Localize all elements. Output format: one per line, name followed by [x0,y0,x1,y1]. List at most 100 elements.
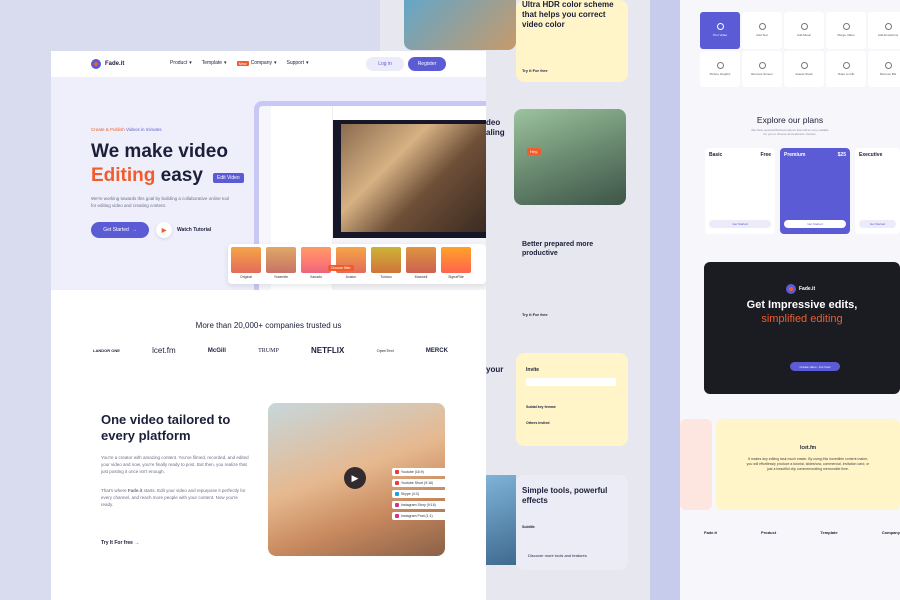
tools-subtitle: Subtitle [522,525,535,529]
hero-paragraph: We're working towards this goal by build… [91,196,230,208]
company-logo: McGill [207,347,226,354]
hdr-link[interactable]: Try it For free [522,68,548,73]
filter-toriano[interactable]: Toriano [371,247,401,281]
youtube-icon [395,481,399,485]
choose-filter-badge: Choose filter [328,265,354,271]
platform-skype[interactable]: Skype (4:3) [392,490,456,498]
edit-video-tag: Edit Video [213,173,244,183]
nav-product[interactable]: Product ▾ [170,60,192,66]
filter-original[interactable]: Original [231,247,261,281]
invite-person: Subtal key femme [526,405,556,409]
partial-title: deo aling [486,118,505,137]
nav-company[interactable]: New Company ▾ [236,60,277,66]
plan-premium-button[interactable]: Get Started [784,220,846,228]
footer: Fade.it Product Template Company [704,530,900,535]
nav-support[interactable]: Support ▾ [287,60,309,66]
logo-icon [786,284,796,294]
prepared-link[interactable]: Try it For free [522,312,548,317]
instagram-icon [395,514,399,518]
tool-add-emoticons[interactable]: Add Emoticons [868,12,900,49]
watch-tutorial-button[interactable]: ▶ Watch Tutorial [156,222,211,238]
filter-maxwell[interactable]: Maxwell [406,247,436,281]
tool-remove-bg[interactable]: Remove BG [868,50,900,87]
play-icon[interactable]: ▶ [344,467,366,489]
instagram-icon [395,503,399,507]
tool-merge-video[interactable]: Merge Video [826,12,866,49]
peach-card [680,419,712,510]
nav-template[interactable]: Template ▾ [202,60,227,66]
tool-assets-stock[interactable]: Assets Stock [784,50,824,87]
dark-logo: Fade.it [786,284,815,294]
filter-yosemite[interactable]: Yosemite [266,247,296,281]
tools-preview-image [486,475,516,565]
tool-video-to-gif[interactable]: Video to GIF [826,50,866,87]
text-icon [758,23,766,31]
filter-signaflite[interactable]: SignaFlite [441,247,471,281]
footer-col-template: Template [820,530,838,535]
tool-trim-video[interactable]: Trim Video [700,12,740,49]
plan-executive-button[interactable]: Get Started [859,220,896,228]
footer-col-product: Product [761,530,777,535]
prepared-title: Better prepared more productive [522,241,594,257]
tool-add-text[interactable]: Add Text [742,12,782,49]
tools-link[interactable]: Discover more tools and features [528,553,587,558]
platform-instagram-story[interactable]: Instagram Story (9:16) [392,501,456,509]
footer-col-company: Company [881,530,900,535]
platform-youtube[interactable]: Youtube (16:9) [392,468,456,476]
filter-thumbnail [441,247,471,273]
logo[interactable]: Fade.it [91,59,124,69]
logo-icon [91,59,101,69]
hero-kicker: Create & Publish Videos in minutes [91,127,162,132]
cta-dark-card: Fade.it Get Impressive edits, simplified … [704,262,900,394]
hdr-preview-image [404,0,516,50]
hero-title-line1: We make video [91,141,228,162]
filter-thumbnail [231,247,261,273]
register-button[interactable]: Register [408,57,446,71]
tool-remove-screen[interactable]: Remove Screen [742,50,782,87]
stock-icon [800,61,808,69]
filter-thumbnail [266,247,296,273]
filter-avalon[interactable]: Avalon [336,247,366,281]
company-logos: LANDOR ONE lcet.fm McGill TRUMP NETFLIX … [93,346,448,355]
tools-title: Simple tools, powerful effects [522,486,608,505]
login-button[interactable]: Log in [366,57,404,71]
try-free-link[interactable]: Try It For free → [101,540,139,546]
arrow-right-icon: → [134,540,140,546]
plan-basic-button[interactable]: Get Started [709,220,771,228]
plans-title: Explore our plans [756,115,824,125]
filter-xanadu[interactable]: Xanadu [301,247,331,281]
hdr-title: Ultra HDR color scheme that helps you co… [522,0,614,29]
section-paragraph-1: You're a creator with amazing content. Y… [101,455,249,474]
tools-grid: Trim Video Add Text Add Music Merge Vide… [700,12,900,87]
filter-strip: Original Yosemite Xanadu Avalon Toriano … [228,244,486,284]
gif-icon [842,61,850,69]
skype-icon [395,492,399,496]
plans-subtitle: We have several Planned options that wil… [751,128,829,136]
section-paragraph-2: That's where Fade.it starts. Edit your v… [101,488,246,507]
music-icon [800,23,808,31]
editor-topbar [333,106,486,120]
testimonial-logo: lcet.fm [799,445,817,451]
new-badge: New [236,60,249,66]
filter-thumbnail [301,247,331,273]
testimonial-quote: It makes any editing task much easier. B… [746,457,870,471]
tool-picture-graphic[interactable]: Picture Graphic [700,50,740,87]
plan-premium: Premium $25 Get Started [780,148,850,234]
remove-bg-icon [884,61,892,69]
dark-cta-button[interactable]: Create video - For free! [790,362,840,371]
company-logo: LANDOR ONE [93,348,120,353]
waterfall-image [514,109,626,205]
company-logo: OpenText [376,348,394,353]
filter-thumbnail [406,247,436,273]
get-started-button[interactable]: Get Started → [91,222,149,238]
screen-icon [758,61,766,69]
tool-add-music[interactable]: Add Music [784,12,824,49]
picture-icon [716,61,724,69]
editor-photo [341,124,486,232]
merge-icon [842,23,850,31]
platform-youtube-short[interactable]: Youtube Short (9:16) [392,479,456,487]
plan-executive: Executive Get Started [855,148,900,234]
platform-instagram-post[interactable]: Instagram Post (1:1) [392,512,456,520]
company-logo: lcet.fm [152,346,176,355]
invite-input[interactable] [526,378,616,386]
